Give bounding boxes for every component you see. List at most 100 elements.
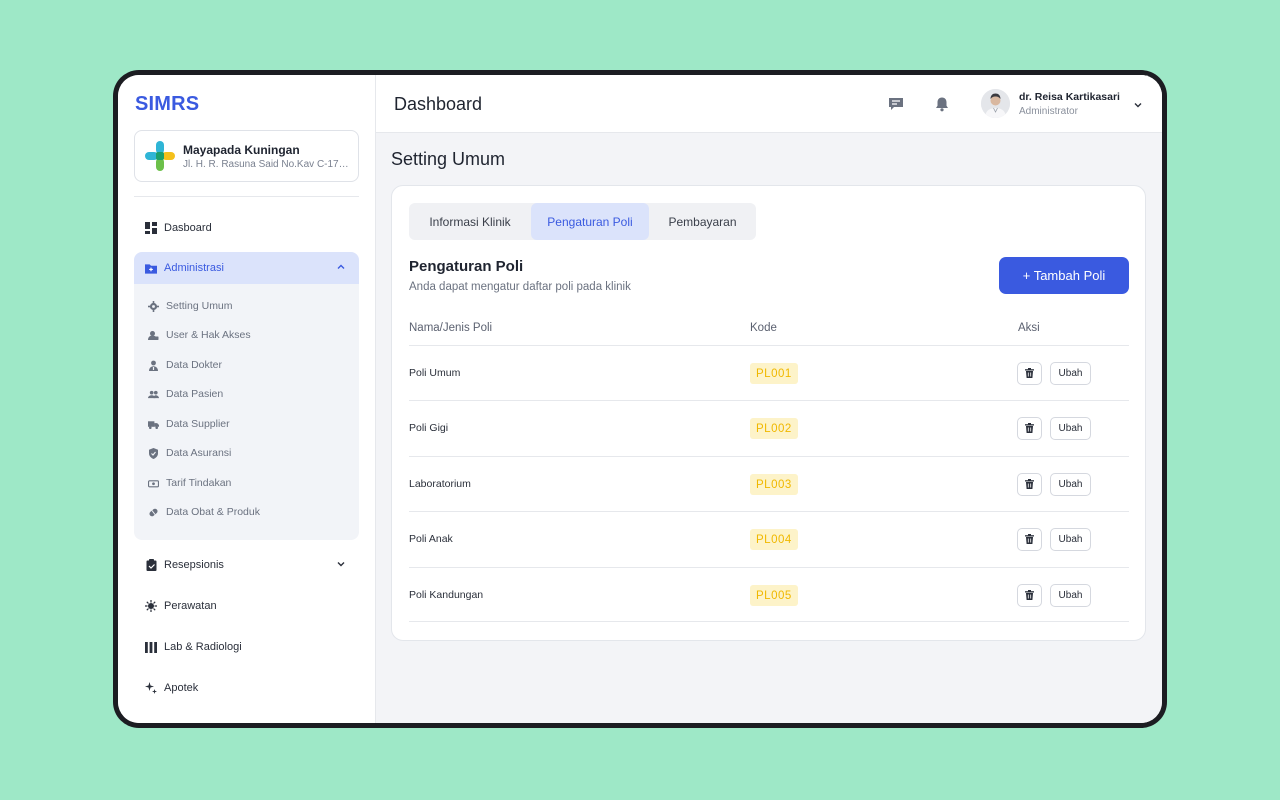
tab-pengaturan-poli[interactable]: Pengaturan Poli [531,203,649,240]
sidebar: SIMRS Mayapada Kuningan Jl. H. R. Rasuna… [118,75,376,723]
table-row: Poli Umum PL001 Ubah [409,345,1129,400]
pill-icon [148,507,159,518]
submenu-label: Data Pasien [166,388,224,400]
user-lock-icon [148,330,159,341]
table-row: Poli Gigi PL002 Ubah [409,400,1129,455]
app-screen: SIMRS Mayapada Kuningan Jl. H. R. Rasuna… [118,75,1162,723]
trash-icon [1025,365,1034,383]
app-logo[interactable]: SIMRS [135,93,199,116]
submenu-item-data-pasien[interactable]: Data Pasien [148,388,223,400]
section-description: Anda dapat mengatur daftar poli pada kli… [409,281,631,293]
submenu-item-data-asuransi[interactable]: Data Asuransi [148,447,231,459]
administrasi-submenu: Setting Umum User & Hak Akses Data Dokte… [134,284,359,540]
chevron-down-icon [335,558,347,570]
poli-name: Laboratorium [409,478,471,490]
submenu-item-setting-umum[interactable]: Setting Umum [148,300,233,312]
sidebar-divider [134,196,359,197]
delete-button[interactable] [1017,362,1042,385]
poli-code-badge: PL001 [750,363,798,384]
folder-icon [145,262,157,274]
money-icon [148,478,159,489]
submenu-item-data-supplier[interactable]: Data Supplier [148,418,230,430]
bell-icon[interactable] [934,96,950,112]
sidebar-item-label: Resepsionis [164,559,224,571]
sidebar-item-label: Perawatan [164,600,217,612]
sidebar-item-administrasi[interactable]: Administrasi [134,252,359,284]
sidebar-item-label: Lab & Radiologi [164,641,242,653]
add-poli-button[interactable]: + Tambah Poli [999,257,1129,294]
trash-icon [1025,420,1034,438]
virus-icon [145,600,157,612]
people-icon [148,389,159,400]
clinic-address: Jl. H. R. Rasuna Said No.Kav C-17, R... [183,158,348,170]
column-header-actions: Aksi [1018,322,1040,334]
section-title: Pengaturan Poli [409,258,524,275]
edit-button[interactable]: Ubah [1050,362,1091,385]
edit-button[interactable]: Ubah [1050,473,1091,496]
delete-button[interactable] [1017,473,1042,496]
settings-card: Informasi Klinik Pengaturan Poli Pembaya… [391,185,1146,641]
page-title: Setting Umum [391,149,506,169]
avatar[interactable] [981,89,1010,118]
chat-icon[interactable] [888,96,904,112]
shield-icon [148,447,159,459]
submenu-label: Data Dokter [166,359,223,371]
pharmacy-icon [145,682,157,694]
page-header-title: Dashboard [394,94,483,114]
clinic-name: Mayapada Kuningan [183,142,300,157]
clipboard-icon [145,559,157,571]
edit-button[interactable]: Ubah [1050,584,1091,607]
poli-code-badge: PL002 [750,418,798,439]
poli-name: Poli Kandungan [409,589,484,601]
gear-icon [148,300,159,312]
submenu-label: Tarif Tindakan [166,477,232,489]
truck-icon [148,419,159,430]
poli-code-badge: PL003 [750,474,798,495]
submenu-item-tarif-tindakan[interactable]: Tarif Tindakan [148,477,231,489]
poli-name: Poli Gigi [409,422,449,434]
sidebar-item-label: Dasboard [164,222,212,234]
column-header-code: Kode [750,322,777,334]
sidebar-item-resepsionis[interactable]: Resepsionis [134,549,359,581]
sidebar-item-lab-radiologi[interactable]: Lab & Radiologi [134,631,359,663]
delete-button[interactable] [1017,528,1042,551]
edit-button[interactable]: Ubah [1050,417,1091,440]
clinic-selector[interactable]: Mayapada Kuningan Jl. H. R. Rasuna Said … [134,130,359,182]
column-header-name: Nama/Jenis Poli [409,322,493,334]
sidebar-item-dashboard[interactable]: Dasboard [134,212,359,244]
delete-button[interactable] [1017,584,1042,607]
submenu-label: Setting Umum [166,300,233,312]
tab-pembayaran[interactable]: Pembayaran [649,203,756,240]
user-role: Administrator [1019,106,1078,117]
sidebar-item-perawatan[interactable]: Perawatan [134,590,359,622]
delete-button[interactable] [1017,417,1042,440]
user-name: dr. Reisa Kartikasari [1019,91,1120,103]
table-row: Poli Anak PL004 Ubah [409,511,1129,566]
sidebar-item-label: Administrasi [164,262,224,274]
poli-name: Poli Anak [409,533,453,545]
lab-icon [145,641,157,653]
dashboard-icon [145,222,157,234]
submenu-item-user-hak-akses[interactable]: User & Hak Akses [148,329,251,341]
submenu-item-data-dokter[interactable]: Data Dokter [148,359,222,371]
submenu-label: User & Hak Akses [166,329,251,341]
doctor-icon [148,360,159,371]
edit-button[interactable]: Ubah [1050,528,1091,551]
tab-informasi-klinik[interactable]: Informasi Klinik [409,203,531,240]
table-row: Poli Kandungan PL005 Ubah [409,567,1129,622]
topbar: Dashboard dr. Reisa Kartikasari Administ… [376,75,1162,133]
submenu-item-data-obat-produk[interactable]: Data Obat & Produk [148,506,260,518]
main-content: Dashboard dr. Reisa Kartikasari Administ… [376,75,1162,723]
trash-icon [1025,531,1034,549]
tab-bar: Informasi Klinik Pengaturan Poli Pembaya… [409,203,756,240]
sidebar-item-apotek[interactable]: Apotek [134,672,359,704]
table-row: Laboratorium PL003 Ubah [409,456,1129,511]
submenu-label: Data Asuransi [166,447,232,459]
poli-name: Poli Umum [409,367,461,379]
chevron-up-icon [335,261,347,273]
chevron-down-icon[interactable] [1132,98,1144,110]
trash-icon [1025,587,1034,605]
device-frame: SIMRS Mayapada Kuningan Jl. H. R. Rasuna… [113,70,1167,728]
trash-icon [1025,476,1034,494]
sidebar-item-label: Apotek [164,682,199,694]
